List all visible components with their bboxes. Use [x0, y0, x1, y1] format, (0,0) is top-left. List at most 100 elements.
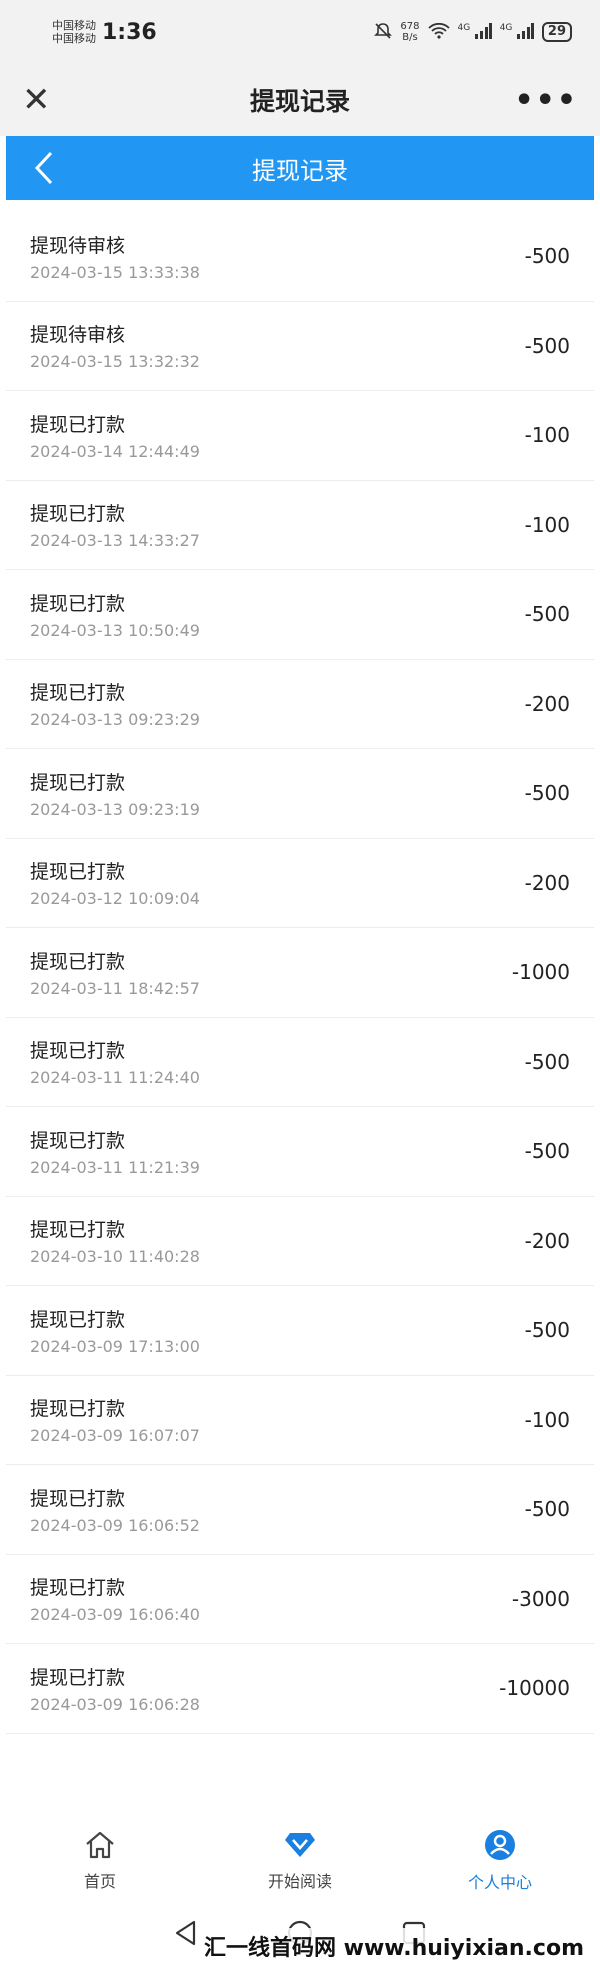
window-title: 提现记录	[249, 87, 350, 116]
record-amount: -100	[524, 1407, 570, 1432]
record-date: 2024-03-13 10:50:49	[30, 620, 200, 640]
list-item[interactable]: 提现已打款 2024-03-09 16:06:40 -3000	[6, 1555, 594, 1644]
record-amount: -1000	[511, 960, 570, 985]
record-date: 2024-03-09 16:06:28	[30, 1694, 200, 1714]
list-item[interactable]: 提现待审核 2024-03-15 13:32:32 -500	[6, 302, 594, 391]
record-date: 2024-03-13 09:23:19	[30, 799, 200, 819]
bottom-tab-bar: 首页 开始阅读 个人中心	[0, 1822, 600, 1900]
record-status: 提现已打款	[30, 1487, 126, 1510]
list-item[interactable]: 提现已打款 2024-03-11 18:42:57 -1000	[6, 928, 594, 1018]
back-triangle-icon[interactable]	[174, 1920, 198, 1950]
record-date: 2024-03-12 10:09:04	[30, 889, 200, 909]
record-status: 提现已打款	[30, 1129, 126, 1152]
list-item[interactable]: 提现已打款 2024-03-09 16:07:07 -100	[6, 1376, 594, 1465]
record-status: 提现已打款	[30, 1040, 126, 1063]
list-item[interactable]: 提现已打款 2024-03-14 12:44:49 -100	[6, 391, 594, 481]
record-date: 2024-03-14 12:44:49	[30, 441, 200, 461]
record-amount: -500	[524, 244, 570, 269]
list-item[interactable]: 提现已打款 2024-03-13 09:23:29 -200	[6, 660, 594, 749]
tab-profile-label: 个人中心	[467, 1873, 532, 1892]
record-amount: -500	[524, 781, 570, 806]
withdrawal-record-list: 提现待审核 2024-03-15 13:33:38 -500 提现待审核 2024-…	[6, 212, 594, 1734]
record-status: 提现已打款	[30, 950, 126, 973]
status-icons: 678 B/s 4G 4G 29	[374, 21, 572, 43]
record-amount: -500	[524, 1049, 570, 1074]
record-date: 2024-03-15 13:32:32	[30, 352, 200, 372]
record-amount: -10000	[499, 1676, 570, 1701]
net-speed-unit: B/s	[402, 32, 418, 43]
list-item[interactable]: 提现已打款 2024-03-13 10:50:49 -500	[6, 570, 594, 660]
tab-start-reading[interactable]: 开始阅读	[220, 1830, 380, 1892]
list-item[interactable]: 提现已打款 2024-03-11 11:24:40 -500	[6, 1018, 594, 1107]
record-status: 提现已打款	[30, 1219, 126, 1242]
wifi-icon	[427, 22, 450, 42]
list-item[interactable]: 提现已打款 2024-03-11 11:21:39 -500	[6, 1107, 594, 1197]
list-item[interactable]: 提现已打款 2024-03-09 16:06:52 -500	[6, 1465, 594, 1555]
chevron-left-icon[interactable]	[34, 148, 68, 188]
record-status: 提现已打款	[30, 771, 126, 794]
list-item[interactable]: 提现已打款 2024-03-09 17:13:00 -500	[6, 1286, 594, 1376]
record-status: 提现已打款	[30, 1577, 126, 1600]
home-icon	[84, 1830, 116, 1864]
app-frame: 中国移动 中国移动 1:36 678 B/s 4G 4G 29 ✕ 提现记录 •…	[0, 0, 600, 1965]
record-date: 2024-03-09 16:07:07	[30, 1426, 200, 1446]
record-amount: -200	[524, 870, 570, 895]
net-speed-value: 678	[400, 21, 420, 32]
record-status: 提现已打款	[30, 682, 126, 705]
record-status: 提现待审核	[30, 324, 126, 347]
list-item[interactable]: 提现已打款 2024-03-13 14:33:27 -100	[6, 481, 594, 570]
record-date: 2024-03-09 16:06:52	[30, 1515, 200, 1535]
tab-home[interactable]: 首页	[20, 1830, 180, 1892]
carrier-1: 中国移动	[52, 19, 96, 32]
battery-icon: 29	[541, 22, 572, 42]
record-status: 提现待审核	[30, 234, 126, 257]
record-status: 提现已打款	[30, 861, 126, 884]
record-amount: -500	[524, 1139, 570, 1164]
record-date: 2024-03-11 11:21:39	[30, 1157, 200, 1177]
record-amount: -200	[524, 1228, 570, 1253]
more-icon[interactable]: •••	[514, 83, 578, 118]
page-header: 提现记录	[6, 136, 594, 200]
record-amount: -500	[524, 1497, 570, 1522]
record-date: 2024-03-10 11:40:28	[30, 1247, 200, 1267]
record-date: 2024-03-13 09:23:29	[30, 710, 200, 730]
record-amount: -500	[524, 602, 570, 627]
list-item[interactable]: 提现已打款 2024-03-13 09:23:19 -500	[6, 749, 594, 839]
carrier-2: 中国移动	[52, 32, 96, 45]
record-status: 提现已打款	[30, 592, 126, 615]
list-item[interactable]: 提现已打款 2024-03-10 11:40:28 -200	[6, 1197, 594, 1286]
carrier-info: 中国移动 中国移动	[52, 19, 96, 45]
watermark-text: 汇一线首码网 www.huiyixian.com	[197, 1928, 590, 1964]
list-item[interactable]: 提现待审核 2024-03-15 13:33:38 -500	[6, 212, 594, 302]
user-icon	[484, 1829, 516, 1865]
record-amount: -3000	[511, 1586, 570, 1611]
record-date: 2024-03-15 13:33:38	[30, 262, 200, 282]
record-amount: -100	[524, 512, 570, 537]
record-status: 提现已打款	[30, 1666, 126, 1689]
tab-start-reading-label: 开始阅读	[267, 1872, 332, 1891]
diamond-icon	[283, 1830, 317, 1864]
status-bar: 中国移动 中国移动 1:36 678 B/s 4G 4G 29	[0, 0, 600, 64]
record-date: 2024-03-11 11:24:40	[30, 1068, 200, 1088]
tab-home-label: 首页	[83, 1872, 116, 1891]
record-date: 2024-03-11 18:42:57	[30, 978, 200, 998]
record-amount: -100	[524, 423, 570, 448]
page-title: 提现记录	[252, 156, 348, 185]
net-speed: 678 B/s	[400, 21, 419, 43]
signal-icon-2: 4G	[499, 22, 534, 42]
title-bar: ✕ 提现记录 •••	[0, 64, 600, 136]
record-status: 提现已打款	[30, 1308, 126, 1331]
close-icon[interactable]: ✕	[22, 80, 62, 120]
record-status: 提现已打款	[30, 503, 126, 526]
record-amount: -500	[524, 333, 570, 358]
signal-1-label: 4G	[457, 22, 471, 33]
tab-profile[interactable]: 个人中心	[420, 1829, 580, 1893]
list-item[interactable]: 提现已打款 2024-03-09 16:06:28 -10000	[6, 1644, 594, 1734]
record-date: 2024-03-09 16:06:40	[30, 1605, 200, 1625]
signal-2-label: 4G	[499, 22, 513, 33]
signal-icon-1: 4G	[457, 22, 492, 42]
record-date: 2024-03-13 14:33:27	[30, 531, 200, 551]
record-date: 2024-03-09 17:13:00	[30, 1336, 200, 1356]
list-item[interactable]: 提现已打款 2024-03-12 10:09:04 -200	[6, 839, 594, 928]
clock: 1:36	[102, 19, 157, 45]
